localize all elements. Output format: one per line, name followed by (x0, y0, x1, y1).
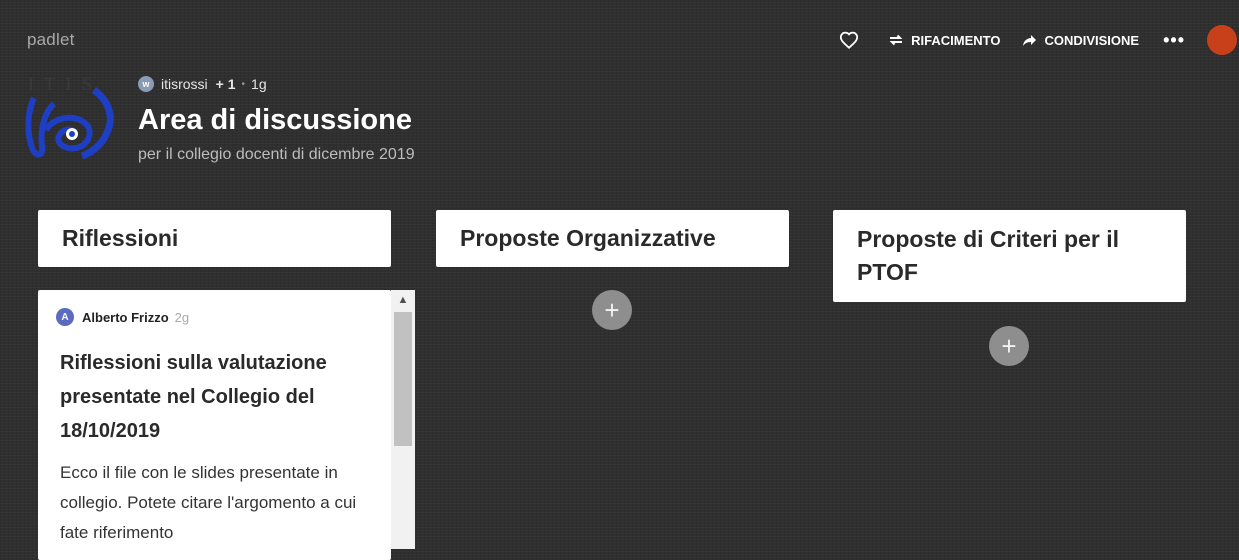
add-post-button[interactable]: + (989, 326, 1029, 366)
share-arrow-icon (1023, 34, 1037, 46)
column-header-proposte-criteri-ptof[interactable]: Proposte di Criteri per il PTOF (833, 210, 1186, 302)
share-label: CONDIVISIONE (1044, 32, 1140, 48)
padlet-brand[interactable]: padlet (27, 30, 75, 50)
column-header-proposte-organizzative[interactable]: Proposte Organizzative (436, 210, 789, 267)
scroll-thumb[interactable] (394, 312, 412, 446)
more-options-button[interactable]: ••• (1163, 30, 1185, 51)
post-card[interactable]: A Alberto Frizzo 2g Riflessioni sulla va… (38, 290, 391, 560)
like-button[interactable] (839, 31, 866, 49)
page-title: Area di discussione (138, 104, 412, 136)
padlet-age: 1g (251, 76, 267, 92)
column-header-riflessioni[interactable]: Riflessioni (38, 210, 391, 267)
remake-button[interactable]: RIFACIMENTO (888, 33, 1000, 48)
author-avatar: A (56, 308, 74, 326)
post-author: A Alberto Frizzo 2g (56, 308, 189, 326)
svg-text:I T I S: I T I S (28, 74, 95, 94)
post-scrollbar[interactable]: ▲ (391, 290, 415, 549)
heart-icon (840, 31, 859, 49)
top-bar: padlet RIFACIMENTO CONDIVISIONE ••• (0, 0, 1239, 80)
repeat-icon (889, 34, 903, 46)
owner-name[interactable]: itisrossi (161, 76, 208, 92)
post-time: 2g (174, 309, 190, 325)
remake-label: RIFACIMENTO (911, 32, 1001, 48)
add-post-button[interactable]: + (592, 290, 632, 330)
padlet-meta: w itisrossi + 1 • 1g (138, 76, 267, 92)
share-button[interactable]: CONDIVISIONE (1022, 33, 1139, 48)
school-logo: I T I S (25, 74, 114, 160)
owner-avatar[interactable]: w (138, 76, 154, 92)
page-subtitle: per il collegio docenti di dicembre 2019 (138, 146, 415, 163)
user-avatar[interactable] (1207, 25, 1237, 55)
top-actions: RIFACIMENTO CONDIVISIONE ••• (839, 24, 1239, 56)
meta-separator: • (241, 78, 246, 90)
contributors-count[interactable]: + 1 (216, 76, 236, 92)
scroll-up-arrow-icon[interactable]: ▲ (391, 290, 415, 310)
post-title: Riflessioni sulla valutazione presentate… (60, 352, 327, 442)
post-body: Ecco il file con le slides presentate in… (60, 463, 357, 542)
author-name: Alberto Frizzo (82, 309, 169, 325)
